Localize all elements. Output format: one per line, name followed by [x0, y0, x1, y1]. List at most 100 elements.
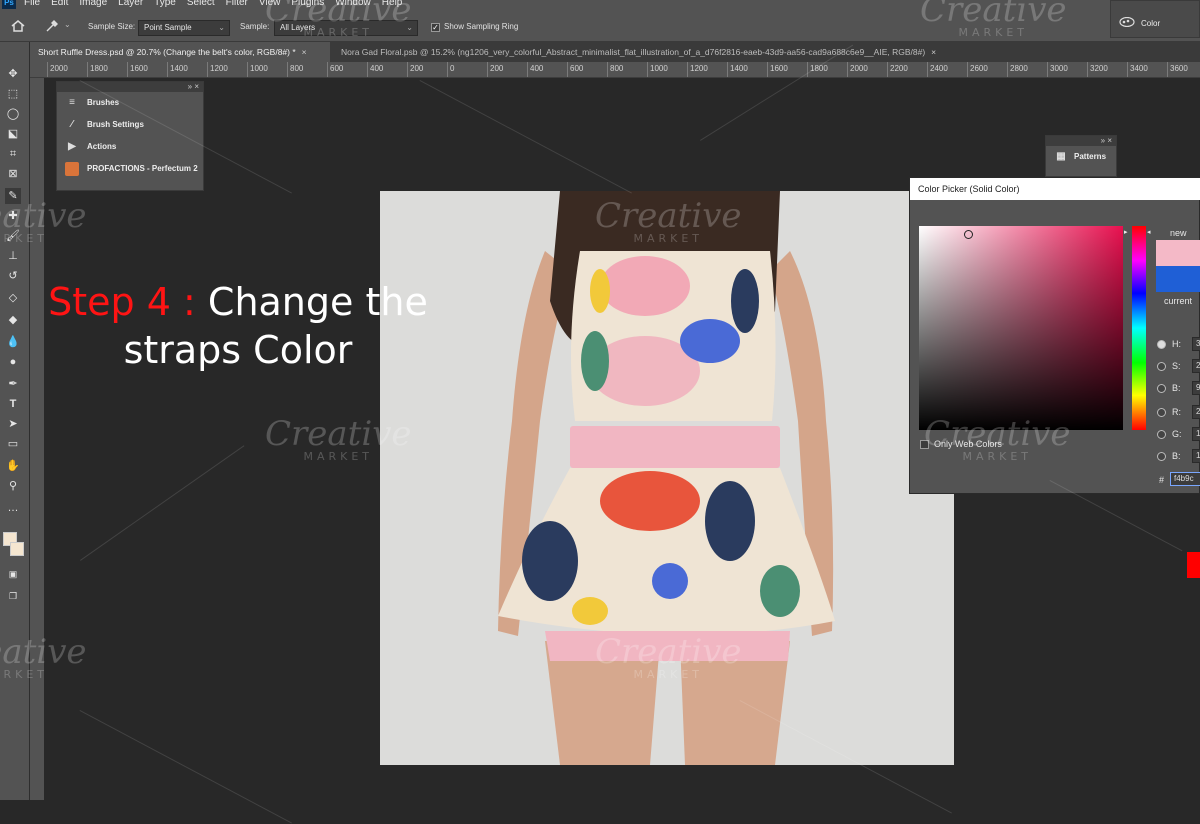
watermark: CreativeMARKET — [265, 414, 412, 463]
color-panel-tab[interactable]: Color — [1110, 0, 1200, 38]
ruler-tick-line — [487, 62, 488, 77]
sample-size-select[interactable]: Point Sample ⌄ — [138, 20, 230, 36]
close-icon[interactable]: × — [302, 47, 307, 57]
ruler-tick-label: 3000 — [1050, 64, 1068, 73]
hue-slider[interactable] — [1132, 226, 1146, 430]
type-tool-icon[interactable]: T — [5, 396, 21, 412]
color-panel-label: Color — [1141, 19, 1161, 28]
ruler-tick-label: 1200 — [210, 64, 228, 73]
path-selection-icon[interactable]: ➤ — [5, 416, 21, 432]
red-input[interactable]: 2 — [1192, 405, 1200, 419]
chevron-down-icon[interactable]: ⌄ — [64, 20, 71, 29]
history-brush-icon[interactable]: ↺ — [5, 268, 21, 284]
horizontal-ruler: 2000 1800 1600 1400 1200 1000 800 600 400 200 0 200… — [30, 62, 1200, 78]
green-radio[interactable] — [1157, 430, 1166, 439]
hex-hash-label: # — [1159, 475, 1165, 485]
brightness-radio[interactable] — [1157, 384, 1166, 393]
current-color-swatch[interactable] — [1156, 266, 1200, 292]
ruler-tick-label: 200 — [490, 64, 504, 73]
menu-file[interactable]: File — [24, 0, 40, 8]
close-icon[interactable]: × — [931, 47, 936, 57]
show-sampling-ring-checkbox[interactable]: ✓ — [431, 23, 440, 32]
ruler-tick-label: 1800 — [90, 64, 108, 73]
marquee-tool-icon[interactable]: ⬚ — [5, 86, 21, 102]
ruler-tick-line — [407, 62, 408, 77]
hue-input[interactable]: 3 — [1192, 337, 1200, 351]
object-selection-icon[interactable]: ⬕ — [5, 126, 21, 142]
pen-tool-icon[interactable]: ✒ — [5, 376, 21, 392]
ruler-tick-line — [327, 62, 328, 77]
hex-input[interactable]: f4b9c — [1170, 472, 1200, 486]
watermark-title: Creative — [595, 196, 742, 236]
quick-mask-icon[interactable]: ▣ — [5, 566, 21, 582]
panel-item-patterns[interactable]: ▦ Patterns — [1046, 146, 1116, 168]
ruler-tick-line — [1007, 62, 1008, 77]
ruler-tick-label: 3600 — [1170, 64, 1188, 73]
panel-item-label: Actions — [87, 142, 117, 151]
saturation-brightness-field[interactable] — [919, 226, 1123, 430]
screen-mode-icon[interactable]: ❐ — [5, 588, 21, 604]
eyedropper-icon[interactable] — [45, 19, 59, 33]
ruler-tick-line — [247, 62, 248, 77]
hue-slider-right-arrow-icon: ◂ — [1147, 229, 1151, 236]
panel-item-label: Brush Settings — [87, 120, 144, 129]
collapse-icon[interactable]: » × — [188, 82, 199, 91]
tab-nora-gad-floral[interactable]: Nora Gad Floral.psb @ 15.2% (ng1206_very… — [333, 42, 1033, 62]
move-tool-icon[interactable]: ✥ — [5, 66, 21, 82]
blue-input[interactable]: 1 — [1192, 449, 1200, 463]
panel-item-actions[interactable]: ▶ Actions — [57, 136, 203, 158]
tab-short-ruffle-dress[interactable]: Short Ruffle Dress.psd @ 20.7% (Change t… — [30, 42, 330, 62]
ruler-tick-line — [927, 62, 928, 77]
red-marker — [1187, 552, 1200, 578]
rectangle-tool-icon[interactable]: ▭ — [5, 436, 21, 452]
menu-image[interactable]: Image — [79, 0, 107, 8]
ruler-tick-label: 2000 — [850, 64, 868, 73]
ruler-tick-line — [47, 62, 48, 77]
blue-radio[interactable] — [1157, 452, 1166, 461]
menu-select[interactable]: Select — [187, 0, 215, 8]
clone-stamp-icon[interactable]: ⊥ — [5, 248, 21, 264]
menu-edit[interactable]: Edit — [51, 0, 68, 8]
saturation-radio[interactable] — [1157, 362, 1166, 371]
document-tab-bar: Short Ruffle Dress.psd @ 20.7% (Change t… — [30, 42, 1200, 62]
dialog-title: Color Picker (Solid Color) — [910, 178, 1200, 200]
panel-item-brushes[interactable]: ≡ Brushes — [57, 92, 203, 114]
menu-layer[interactable]: Layer — [118, 0, 143, 8]
eraser-tool-icon[interactable]: ◇ — [5, 290, 21, 306]
background-color-swatch[interactable] — [10, 542, 24, 556]
watermark: CreativeMARKET — [924, 414, 1071, 463]
dodge-tool-icon[interactable]: ● — [5, 354, 21, 370]
brightness-input[interactable]: 9 — [1192, 381, 1200, 395]
ruler-tick-label: 800 — [290, 64, 304, 73]
watermark-title: Creative — [0, 632, 87, 672]
new-color-swatch — [1156, 240, 1200, 266]
menu-type[interactable]: Type — [154, 0, 176, 8]
ruler-tick-line — [887, 62, 888, 77]
chevron-down-icon: ⌄ — [218, 23, 225, 32]
ruler-tick-line — [727, 62, 728, 77]
ruler-tick-label: 1200 — [690, 64, 708, 73]
paint-bucket-icon[interactable]: ◆ — [5, 312, 21, 328]
hand-tool-icon[interactable]: ✋ — [5, 458, 21, 474]
menu-filter[interactable]: Filter — [226, 0, 248, 8]
panel-item-profactions[interactable]: PROFACTIONS - Perfectum 2 — [57, 158, 203, 180]
current-label: current — [1164, 296, 1193, 306]
hue-radio[interactable] — [1157, 340, 1166, 349]
panel-item-brush-settings[interactable]: ⁄ Brush Settings — [57, 114, 203, 136]
zoom-tool-icon[interactable]: ⚲ — [5, 478, 21, 494]
more-tools-icon[interactable]: … — [5, 500, 21, 516]
watermark-title: Creative — [595, 632, 742, 672]
ruler-tick-line — [367, 62, 368, 77]
frame-tool-icon[interactable]: ⊠ — [5, 166, 21, 182]
crop-tool-icon[interactable]: ⌗ — [5, 146, 21, 162]
collapse-icon[interactable]: » × — [1101, 136, 1112, 145]
ruler-tick-line — [687, 62, 688, 77]
blur-tool-icon[interactable]: 💧 — [5, 334, 21, 350]
ruler-tick-label: 400 — [370, 64, 384, 73]
red-radio[interactable] — [1157, 408, 1166, 417]
home-icon[interactable] — [10, 19, 26, 33]
saturation-input[interactable]: 2 — [1192, 359, 1200, 373]
green-input[interactable]: 1 — [1192, 427, 1200, 441]
lasso-tool-icon[interactable]: ◯ — [5, 106, 21, 122]
color-field-cursor[interactable] — [964, 230, 973, 239]
